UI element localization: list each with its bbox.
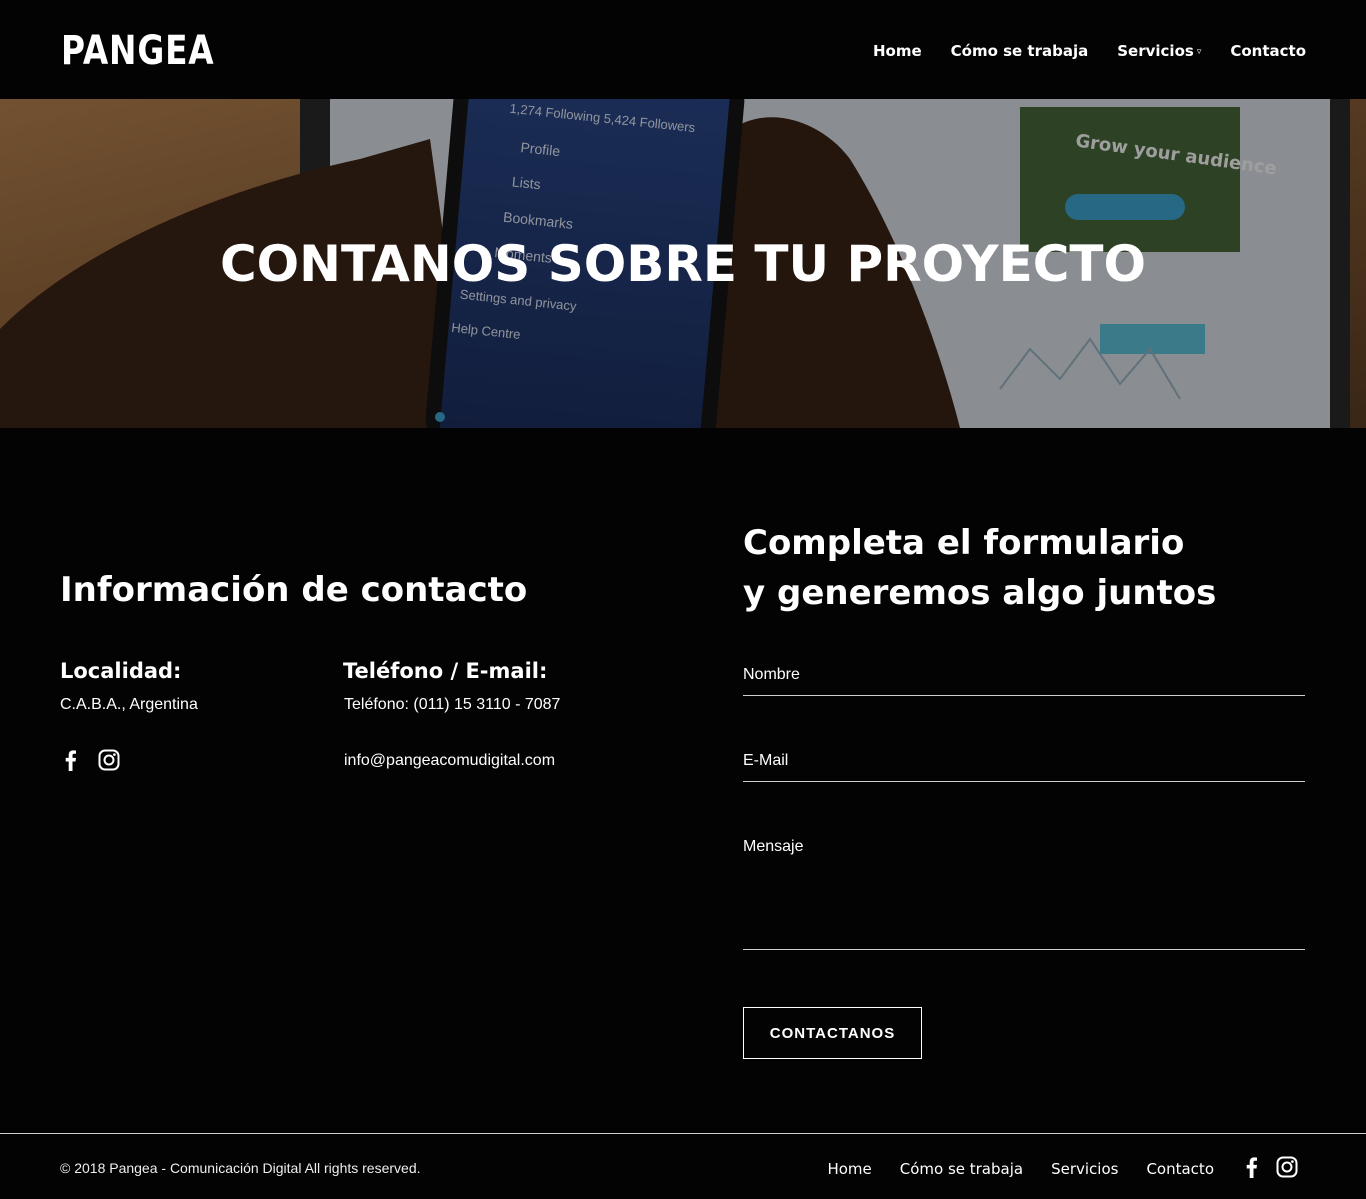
- name-field[interactable]: Nombre: [743, 664, 1305, 696]
- nav-item-como-se-trabaja[interactable]: Cómo se trabaja: [951, 40, 1089, 62]
- site-logo[interactable]: PANGEA: [61, 28, 215, 74]
- site-footer: © 2018 Pangea - Comunicación Digital All…: [0, 1133, 1366, 1199]
- location-label: Localidad:: [60, 659, 182, 683]
- email-field[interactable]: E-Mail: [743, 750, 1305, 782]
- facebook-icon[interactable]: [1243, 1156, 1259, 1183]
- chevron-down-icon: ▿: [1196, 47, 1202, 57]
- footer-social-links: [1243, 1156, 1298, 1183]
- footer-nav-home[interactable]: Home: [827, 1159, 871, 1179]
- name-field-label: Nombre: [743, 666, 800, 683]
- footer-nav-servicios[interactable]: Servicios: [1051, 1159, 1118, 1179]
- email-field-label: E-Mail: [743, 752, 789, 769]
- nav-item-label: Home: [872, 42, 922, 60]
- form-heading: Completa el formulario y generemos algo …: [743, 518, 1216, 618]
- form-heading-line1: Completa el formulario: [743, 523, 1185, 563]
- nav-item-label: Servicios: [1117, 42, 1194, 60]
- site-header: PANGEA Home Cómo se trabaja Servicios ▿ C…: [0, 0, 1366, 99]
- footer-nav-como-se-trabaja[interactable]: Cómo se trabaja: [900, 1159, 1023, 1179]
- hero-banner: 1,274 Following 5,424 Followers Profile …: [0, 99, 1366, 428]
- nav-item-label: Cómo se trabaja: [950, 42, 1089, 60]
- phone-email-label: Teléfono / E-mail:: [343, 659, 548, 683]
- copyright-text: © 2018 Pangea - Comunicación Digital All…: [60, 1160, 421, 1176]
- email-link[interactable]: info@pangeacomudigital.com: [344, 750, 555, 772]
- main-nav: Home Cómo se trabaja Servicios ▿ Contacto: [873, 40, 1306, 62]
- contact-social-links: [62, 749, 120, 771]
- nav-item-servicios[interactable]: Servicios ▿: [1117, 40, 1201, 62]
- instagram-icon[interactable]: [1276, 1156, 1298, 1183]
- facebook-icon[interactable]: [62, 749, 78, 771]
- contact-info-heading: Información de contacto: [60, 570, 528, 610]
- footer-nav: Home Cómo se trabaja Servicios Contacto: [827, 1159, 1214, 1179]
- message-field-label: Mensaje: [743, 838, 804, 855]
- message-field[interactable]: Mensaje: [743, 836, 1305, 950]
- location-value: C.A.B.A., Argentina: [60, 696, 198, 713]
- nav-item-contacto[interactable]: Contacto: [1230, 40, 1306, 62]
- nav-item-label: Contacto: [1230, 42, 1306, 60]
- instagram-icon[interactable]: [98, 749, 120, 771]
- footer-nav-contacto[interactable]: Contacto: [1146, 1159, 1214, 1179]
- phone-value: Teléfono: (011) 15 3110 - 7087: [344, 696, 561, 713]
- submit-button[interactable]: CONTACTANOS: [743, 1007, 922, 1059]
- nav-item-home[interactable]: Home: [873, 40, 922, 62]
- hero-title: CONTANOS SOBRE TU PROYECTO: [219, 235, 1147, 293]
- form-heading-line2: y generemos algo juntos: [743, 573, 1217, 613]
